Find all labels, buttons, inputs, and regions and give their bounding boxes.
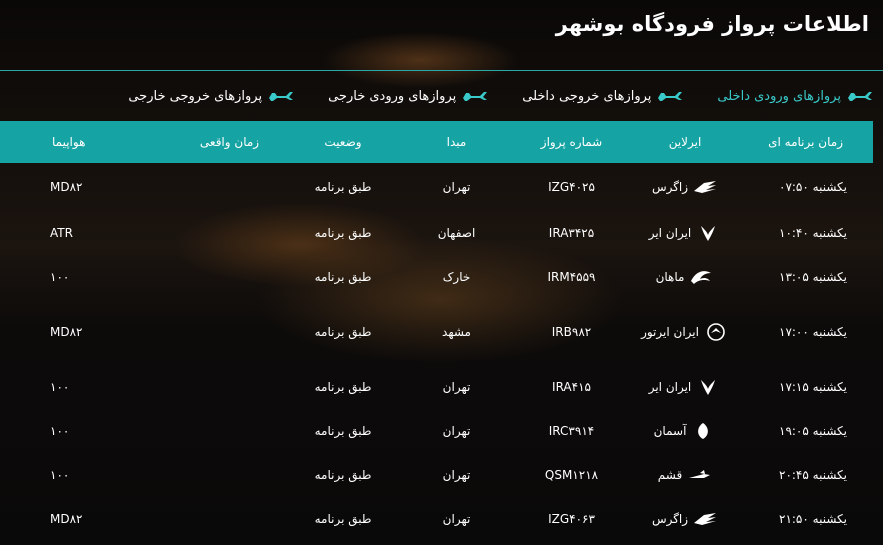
header-flight-number: شماره پرواز [540,135,603,149]
origin: تهران [442,512,471,526]
tab-international-arrivals[interactable]: پروازهای ورودی خارجی [328,89,488,104]
airline-cell: ایران ایرتور [629,321,741,343]
aircraft-type: MD۸۲ [50,180,83,194]
flight-number: IRA۳۴۲۵ [548,226,595,240]
scheduled-time: یکشنبه ۱۷:۱۵ [779,380,847,394]
airline-cell: آسمان [629,420,741,442]
aircraft-type: ۱۰۰ [50,468,70,482]
iranair-logo-icon [701,380,716,395]
flight-number: IRC۳۹۱۴ [548,424,595,438]
mahan-logo-icon [691,271,712,284]
aircraft-type: ATR [50,226,73,240]
airline-cell: ایران ایر [629,222,741,244]
table-row: یکشنبه ۱۷:۱۵ ایران ایر IRA۴۱۵ تهران طبق برنا… [0,365,873,409]
aircraft-type: ۱۰۰ [50,424,70,438]
table-body: یکشنبه ۰۷:۵۰ زاگرس IZG۴۰۲۵ تهران طبق برنامه M… [0,163,873,541]
origin: تهران [442,424,471,438]
tab-international-departures[interactable]: پروازهای خروجی خارجی [128,89,294,104]
origin: تهران [442,468,471,482]
tab-label: پروازهای خروجی خارجی [128,88,263,104]
plane-icon [658,92,683,101]
flight-number: IRA۴۱۵ [552,380,591,394]
header-divider [0,70,883,71]
page-header: اطلاعات پرواز فرودگاه بوشهر [0,0,883,70]
scheduled-time: یکشنبه ۱۳:۰۵ [779,270,847,284]
airline-name: آسمان [653,424,687,438]
table-row: یکشنبه ۰۷:۵۰ زاگرس IZG۴۰۲۵ تهران طبق برنامه M… [0,163,873,211]
zagros-logo-icon [694,513,717,525]
tab-label: پروازهای ورودی خارجی [328,88,457,104]
flight-number: QSM۱۲۱۸ [544,468,599,482]
tab-label: پروازهای خروجی داخلی [522,88,652,104]
origin: اصفهان [437,226,476,240]
airline-name: ایران ایرتور [641,325,699,339]
airline-name: زاگرس [651,180,689,194]
status: طبق برنامه [314,380,372,394]
airline-cell: قشم [629,464,741,486]
header-origin: مبدا [446,135,467,149]
scheduled-time: یکشنبه ۱۰:۴۰ [779,226,847,240]
airline-cell: ماهان [629,266,741,288]
status: طبق برنامه [314,325,372,339]
header-airline: ایرلاین [668,135,702,149]
plane-icon [848,92,872,101]
tab-domestic-arrivals[interactable]: پروازهای ورودی داخلی [717,89,873,104]
aircraft-type: ۱۰۰ [50,270,70,284]
table-row: یکشنبه ۱۷:۰۰ ایران ایرتور IRB۹۸۲ مشهد طبق بر… [0,299,873,365]
table-row: یکشنبه ۱۳:۰۵ ماهان IRM۴۵۵۹ خارک طبق برنامه ۱۰… [0,255,873,299]
status: طبق برنامه [314,424,372,438]
zagros-logo-icon [694,181,717,193]
aircraft-type: MD۸۲ [50,325,83,339]
flight-number: IZG۴۰۲۵ [548,180,595,194]
scheduled-time: یکشنبه ۲۱:۵۰ [779,512,847,526]
header-actual-time: زمان واقعی [199,135,260,149]
airline-name: ماهان [655,270,685,284]
table-header: زمان برنامه ای ایرلاین شماره پرواز مبدا … [0,121,873,163]
aseman-logo-icon [698,423,709,439]
table-row: یکشنبه ۱۰:۴۰ ایران ایر IRA۳۴۲۵ اصفهان طبق بر… [0,211,873,255]
status: طبق برنامه [314,512,372,526]
scheduled-time: یکشنبه ۲۰:۴۵ [779,468,847,482]
tab-label: پروازهای ورودی داخلی [717,88,841,104]
scheduled-time: یکشنبه ۱۹:۰۵ [779,424,847,438]
origin: مشهد [442,325,471,339]
qeshm-logo-icon [689,470,711,478]
iranair-logo-icon [701,226,716,241]
airline-cell: ایران ایر [629,376,741,398]
airline-cell: زاگرس [629,176,741,198]
airline-cell: زاگرس [629,508,741,530]
flights-table: زمان برنامه ای ایرلاین شماره پرواز مبدا … [0,121,873,541]
table-row: یکشنبه ۱۹:۰۵ آسمان IRC۳۹۱۴ تهران طبق برنامه ۱… [0,409,873,453]
table-row: یکشنبه ۲۱:۵۰ زاگرس IZG۴۰۶۳ تهران طبق برنامه M… [0,497,873,541]
scheduled-time: یکشنبه ۰۷:۵۰ [779,180,847,194]
plane-icon [269,92,294,101]
airline-name: ایران ایر [648,226,692,240]
flight-number: IRM۴۵۵۹ [547,270,596,284]
aircraft-type: MD۸۲ [50,512,83,526]
aircraft-type: ۱۰۰ [50,380,70,394]
iranairtour-logo-icon [707,323,725,341]
header-status: وضعیت [324,135,362,149]
table-row: یکشنبه ۲۰:۴۵ قشم QSM۱۲۱۸ تهران طبق برنامه ۱۰۰ [0,453,873,497]
airline-name: زاگرس [651,512,689,526]
origin: تهران [442,380,471,394]
header-scheduled-time: زمان برنامه ای [768,135,843,149]
flight-number: IZG۴۰۶۳ [548,512,595,526]
flight-number: IRB۹۸۲ [551,325,592,339]
origin: تهران [442,180,471,194]
plane-icon [463,92,488,101]
page-title: اطلاعات پرواز فرودگاه بوشهر [555,12,869,36]
status: طبق برنامه [314,468,372,482]
airline-name: ایران ایر [648,380,692,394]
scheduled-time: یکشنبه ۱۷:۰۰ [779,325,847,339]
status: طبق برنامه [314,226,372,240]
status: طبق برنامه [314,270,372,284]
header-aircraft: هواپیما [52,135,86,149]
flight-tabs: پروازهای ورودی داخلی پروازهای خروجی داخل… [128,82,873,110]
origin: خارک [442,270,471,284]
airline-name: قشم [657,468,683,482]
tab-domestic-departures[interactable]: پروازهای خروجی داخلی [522,89,683,104]
status: طبق برنامه [314,180,372,194]
